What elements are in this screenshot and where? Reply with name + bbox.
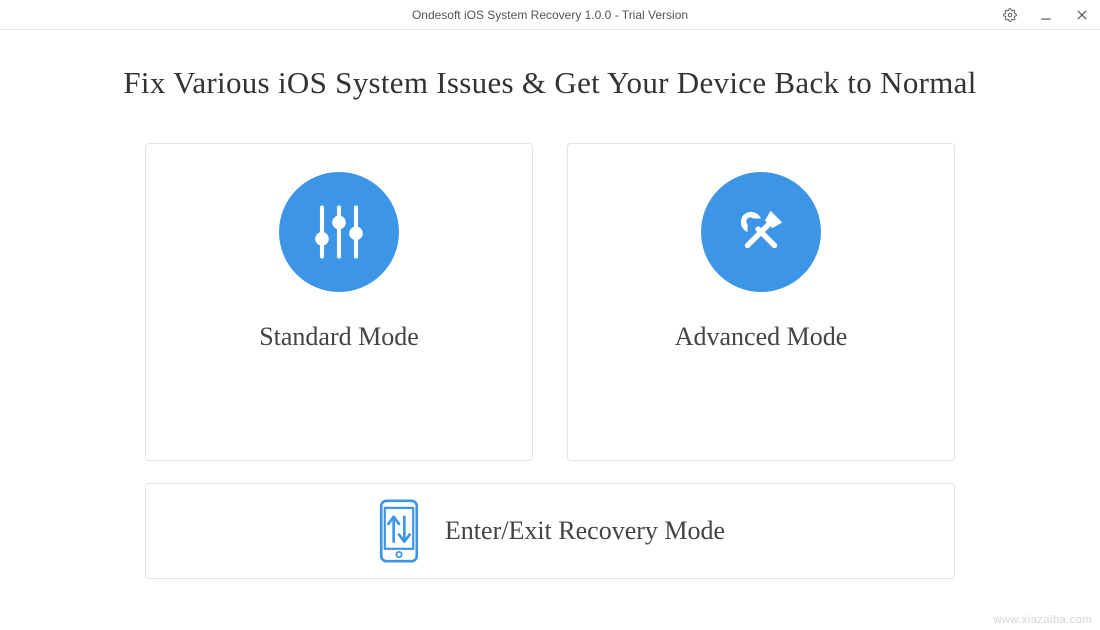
minimize-icon bbox=[1039, 8, 1053, 22]
recovery-mode-button[interactable]: Enter/Exit Recovery Mode bbox=[145, 483, 955, 579]
close-icon bbox=[1075, 8, 1089, 22]
window-title: Ondesoft iOS System Recovery 1.0.0 - Tri… bbox=[412, 8, 688, 22]
main-content: Fix Various iOS System Issues & Get Your… bbox=[0, 30, 1100, 609]
standard-mode-label: Standard Mode bbox=[259, 322, 419, 352]
standard-mode-card[interactable]: Standard Mode bbox=[145, 143, 533, 461]
phone-arrows-icon bbox=[375, 499, 423, 563]
sliders-icon bbox=[305, 198, 373, 266]
titlebar: Ondesoft iOS System Recovery 1.0.0 - Tri… bbox=[0, 0, 1100, 30]
page-headline: Fix Various iOS System Issues & Get Your… bbox=[123, 65, 976, 101]
titlebar-controls bbox=[1000, 0, 1092, 30]
minimize-button[interactable] bbox=[1036, 5, 1056, 25]
close-button[interactable] bbox=[1072, 5, 1092, 25]
advanced-mode-label: Advanced Mode bbox=[675, 322, 848, 352]
gear-icon bbox=[1003, 8, 1017, 22]
standard-mode-icon-wrap bbox=[279, 172, 399, 292]
settings-button[interactable] bbox=[1000, 5, 1020, 25]
recovery-mode-label: Enter/Exit Recovery Mode bbox=[445, 516, 725, 546]
advanced-mode-icon-wrap bbox=[701, 172, 821, 292]
mode-cards-row: Standard Mode Advanced Mode bbox=[145, 143, 955, 461]
tools-icon bbox=[727, 198, 795, 266]
watermark: www.xiazaiba.com bbox=[994, 614, 1092, 626]
advanced-mode-card[interactable]: Advanced Mode bbox=[567, 143, 955, 461]
